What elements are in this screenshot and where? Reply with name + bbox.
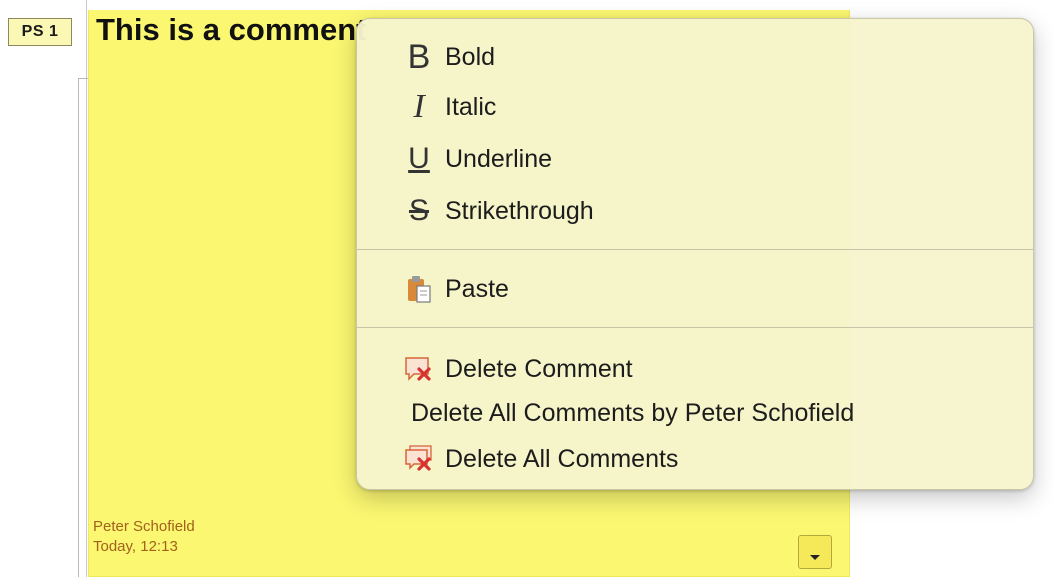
comment-menu-button[interactable] [798, 535, 832, 569]
italic-icon: I [413, 88, 425, 125]
strikethrough-icon: S [408, 194, 429, 227]
menu-item-label: Delete Comment [445, 354, 633, 383]
menu-item-label: Italic [445, 92, 497, 121]
menu-separator [357, 327, 1033, 328]
comment-text[interactable]: This is a comment [96, 12, 366, 48]
comment-anchor-tag[interactable]: PS 1 [8, 18, 72, 46]
delete-comment-icon [401, 347, 437, 391]
bold-icon: B [407, 37, 431, 76]
comment-author: Peter Schofield [93, 518, 195, 535]
menu-item-delete-comment[interactable]: Delete Comment [357, 347, 633, 391]
menu-item-underline[interactable]: U Underline [357, 137, 552, 181]
page-margin-corner [78, 78, 88, 79]
menu-item-bold[interactable]: B Bold [357, 35, 495, 79]
menu-item-label: Delete All Comments [445, 444, 679, 473]
context-menu: B Bold I Italic U Underline S Strikethro… [356, 18, 1034, 490]
menu-item-label: Bold [445, 42, 496, 71]
delete-all-comments-icon [401, 437, 437, 481]
menu-item-delete-all-comments[interactable]: Delete All Comments [357, 437, 678, 481]
menu-item-delete-all-by-author[interactable]: Delete All Comments by Peter Schofield [411, 391, 854, 435]
page-border [86, 0, 87, 577]
menu-item-italic[interactable]: I Italic [357, 85, 496, 129]
menu-item-strikethrough[interactable]: S Strikethrough [357, 189, 594, 233]
comment-date: Today, 12:13 [93, 538, 178, 555]
menu-item-label: Underline [445, 144, 553, 173]
comment-top-edge [88, 0, 850, 10]
paste-icon [401, 267, 437, 311]
chevron-down-icon [810, 555, 820, 560]
menu-item-label: Delete All Comments by Peter Schofield [411, 398, 855, 427]
menu-item-paste[interactable]: Paste [357, 267, 509, 311]
page-margin-line [78, 78, 79, 577]
menu-item-label: Paste [445, 274, 509, 303]
menu-item-label: Strikethrough [445, 196, 594, 225]
menu-separator [357, 249, 1033, 250]
underline-icon: U [408, 142, 430, 175]
